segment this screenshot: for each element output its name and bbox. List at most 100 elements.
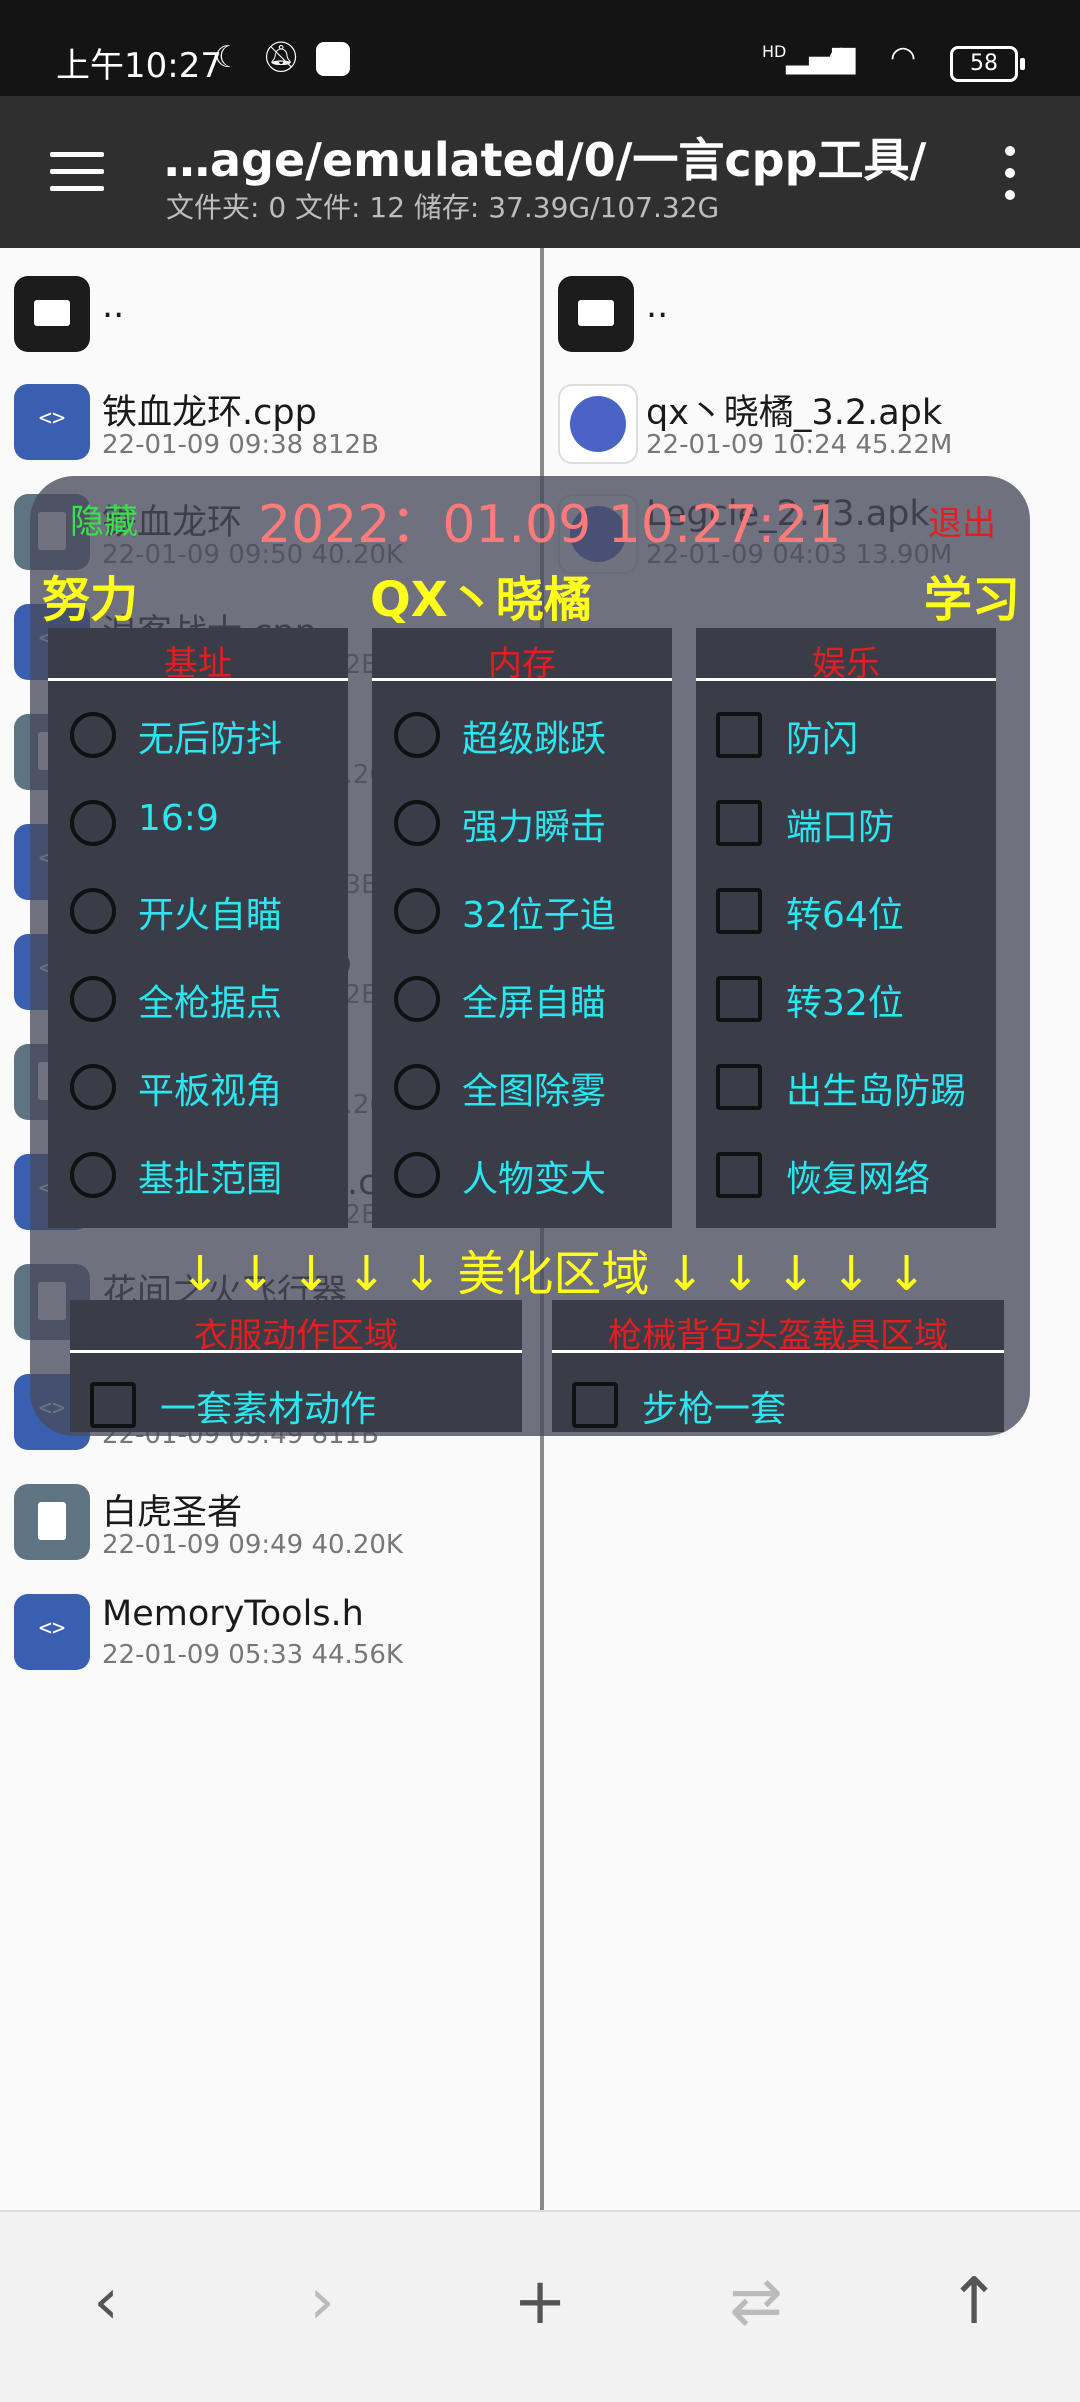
- battery-indicator: 58: [950, 46, 1025, 82]
- clothes-action-panel: 衣服动作区域 一套素材动作: [70, 1300, 522, 1432]
- path-title: …age/emulated/0/一言cpp工具/: [164, 133, 927, 187]
- panel-divider: [696, 678, 996, 681]
- forward-icon[interactable]: ›: [272, 2252, 372, 2352]
- option-row[interactable]: 全图除雾: [372, 1046, 672, 1134]
- option-row[interactable]: 转64位: [696, 870, 996, 958]
- option-row[interactable]: 防闪: [696, 694, 996, 782]
- file-row[interactable]: 铁血龙环.cpp22-01-09 09:38 812B: [0, 372, 540, 472]
- option-row[interactable]: 16:9: [48, 782, 348, 870]
- back-icon[interactable]: ‹: [56, 2252, 156, 2352]
- document-icon: [14, 1484, 90, 1560]
- checkbox[interactable]: [572, 1382, 618, 1428]
- option-row[interactable]: 步枪一套: [552, 1364, 1004, 1452]
- overlay-center-title: QX丶晓橘: [370, 572, 592, 628]
- add-icon[interactable]: +: [490, 2252, 590, 2352]
- option-panel: 基址 无后防抖 16:9 开火自瞄 全枪据点 平板视角 基扯范围: [48, 628, 348, 1228]
- moon-icon: ☾: [214, 40, 241, 75]
- option-label: 转64位: [786, 895, 904, 936]
- toolbar: …age/emulated/0/一言cpp工具/ 文件夹: 0 文件: 12 储…: [0, 96, 1080, 248]
- panel-divider: [372, 678, 672, 681]
- option-row[interactable]: 端口防: [696, 782, 996, 870]
- checkbox[interactable]: [716, 712, 762, 758]
- menu-icon[interactable]: [50, 152, 104, 192]
- option-row[interactable]: 无后防抖: [48, 694, 348, 782]
- more-options-icon[interactable]: [1003, 146, 1017, 206]
- checkbox[interactable]: [90, 1382, 136, 1428]
- radio-button[interactable]: [70, 976, 116, 1022]
- option-label: 基扯范围: [138, 1159, 283, 1200]
- checkbox[interactable]: [716, 1064, 762, 1110]
- option-row[interactable]: 32位子追: [372, 870, 672, 958]
- option-row[interactable]: 超级跳跃: [372, 694, 672, 782]
- hide-button[interactable]: 隐藏: [70, 494, 138, 543]
- option-row[interactable]: 基扯范围: [48, 1134, 348, 1222]
- option-row[interactable]: 出生岛防踢: [696, 1046, 996, 1134]
- option-label: 恢复网络: [786, 1159, 931, 1200]
- option-label: 强力瞬击: [462, 807, 607, 848]
- up-directory-icon[interactable]: ↑: [924, 2252, 1024, 2352]
- option-label: 一套素材动作: [160, 1389, 377, 1430]
- option-label: 全屏自瞄: [462, 983, 607, 1024]
- file-name: ..: [102, 286, 125, 326]
- option-row[interactable]: 转32位: [696, 958, 996, 1046]
- option-label: 无后防抖: [138, 719, 283, 760]
- file-name: 白虎圣者: [102, 1493, 243, 1533]
- file-meta: 22-01-09 05:33 44.56K: [102, 1640, 403, 1670]
- radio-button[interactable]: [70, 1064, 116, 1110]
- option-row[interactable]: 人物变大: [372, 1134, 672, 1222]
- option-label: 超级跳跃: [462, 719, 607, 760]
- panel-divider: [70, 1350, 522, 1353]
- code-file-icon: [14, 384, 90, 460]
- file-row[interactable]: qx丶晓橘_3.2.apk 22-01-09 10:24 45.22M: [544, 372, 1080, 472]
- checkbox[interactable]: [716, 976, 762, 1022]
- option-label: 端口防: [786, 807, 895, 848]
- radio-button[interactable]: [394, 976, 440, 1022]
- option-row[interactable]: 平板视角: [48, 1046, 348, 1134]
- folder-icon: [558, 276, 634, 352]
- file-meta: 22-01-09 10:24 45.22M: [646, 430, 953, 460]
- radio-button[interactable]: [70, 712, 116, 758]
- radio-button[interactable]: [394, 1152, 440, 1198]
- checkbox[interactable]: [716, 888, 762, 934]
- radio-button[interactable]: [394, 888, 440, 934]
- wifi6-icon: ◠: [890, 40, 917, 75]
- swap-panes-icon[interactable]: ⇄: [706, 2252, 806, 2352]
- radio-button[interactable]: [70, 888, 116, 934]
- storage-summary: 文件夹: 0 文件: 12 储存: 37.39G/107.32G: [166, 191, 720, 224]
- option-row[interactable]: 强力瞬击: [372, 782, 672, 870]
- checkbox[interactable]: [716, 1152, 762, 1198]
- weapon-gear-panel: 枪械背包头盔载具区域 步枪一套: [552, 1300, 1004, 1432]
- mute-bell-icon: 🔕︎: [262, 40, 301, 75]
- status-time: 上午10:27: [56, 46, 222, 86]
- option-row[interactable]: 全枪据点: [48, 958, 348, 1046]
- radio-button[interactable]: [394, 800, 440, 846]
- hd-label: HD: [762, 42, 787, 61]
- file-row[interactable]: 白虎圣者 22-01-09 09:49 40.20K: [0, 1472, 540, 1572]
- option-row[interactable]: 全屏自瞄: [372, 958, 672, 1046]
- radio-button[interactable]: [70, 800, 116, 846]
- option-label: 平板视角: [138, 1071, 283, 1112]
- beautify-header: ↓ ↓ ↓ ↓ ↓ 美化区域 ↓ ↓ ↓ ↓ ↓: [180, 1246, 927, 1302]
- option-label: 32位子追: [462, 895, 616, 936]
- code-file-icon: [14, 1594, 90, 1670]
- qq-icon: [316, 42, 350, 76]
- file-row[interactable]: MemoryTools.h 22-01-09 05:33 44.56K: [0, 1582, 540, 1682]
- radio-button[interactable]: [394, 712, 440, 758]
- parent-directory-row[interactable]: ..: [0, 264, 540, 364]
- file-meta: 22-01-09 09:49 40.20K: [102, 1530, 403, 1560]
- option-row[interactable]: 一套素材动作: [70, 1364, 522, 1452]
- option-label: 防闪: [786, 719, 859, 760]
- radio-button[interactable]: [394, 1064, 440, 1110]
- parent-directory-row[interactable]: ..: [544, 264, 1080, 364]
- floating-menu-overlay: 隐藏 2022：01.09 10:27:21 退出 努力 QX丶晓橘 学习 基址…: [30, 476, 1030, 1436]
- option-row[interactable]: 恢复网络: [696, 1134, 996, 1222]
- radio-button[interactable]: [70, 1152, 116, 1198]
- option-label: 全图除雾: [462, 1071, 607, 1112]
- folder-icon: [14, 276, 90, 352]
- file-name: MemoryTools.h: [102, 1594, 364, 1634]
- checkbox[interactable]: [716, 800, 762, 846]
- option-row[interactable]: 开火自瞄: [48, 870, 348, 958]
- option-label: 步枪一套: [642, 1389, 787, 1430]
- exit-button[interactable]: 退出: [928, 496, 996, 545]
- panel-divider: [48, 678, 348, 681]
